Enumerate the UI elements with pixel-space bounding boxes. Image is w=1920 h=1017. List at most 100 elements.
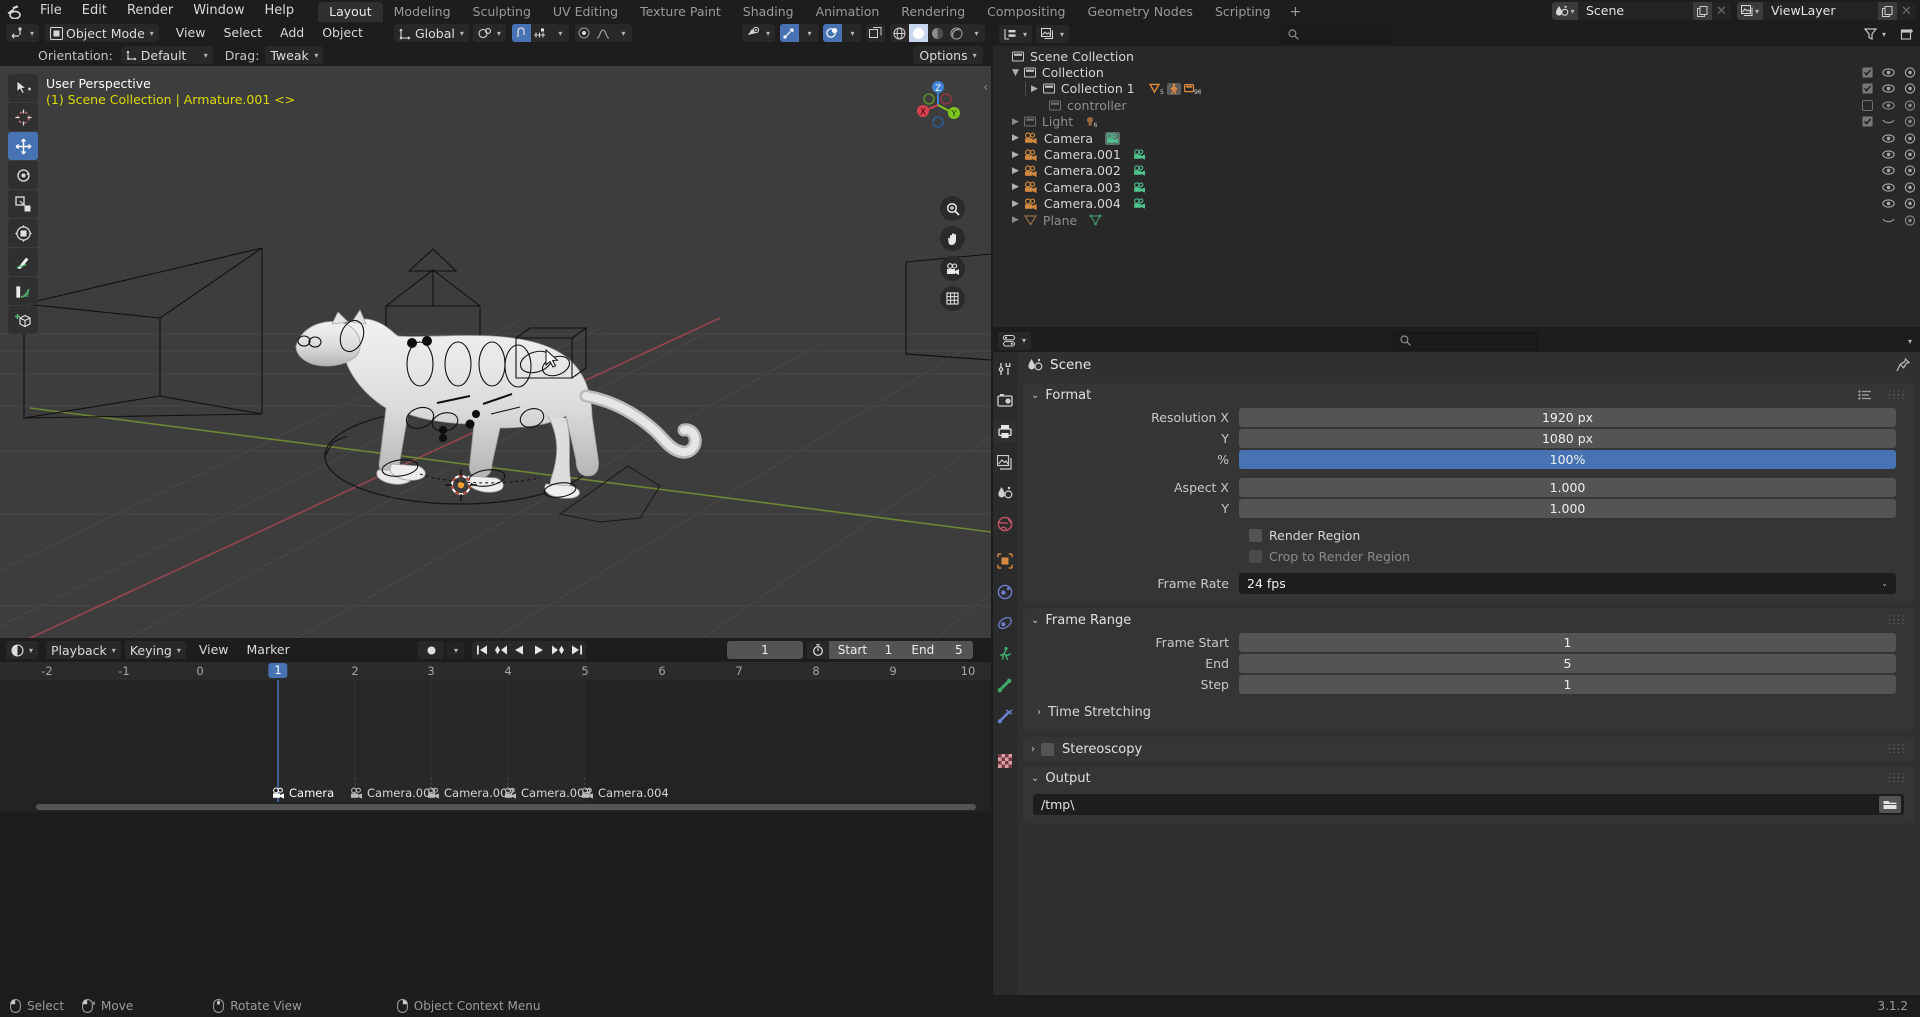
panel-expand-icon[interactable]: › xyxy=(1031,744,1035,755)
transform-orientation-selector[interactable]: Global ▾ xyxy=(394,24,469,42)
output-panel-header[interactable]: ⌄ Output :::::::: xyxy=(1023,766,1914,790)
workspace-tab-layout[interactable]: Layout xyxy=(318,2,383,22)
outliner-row-light[interactable]: ▶ Light 6 xyxy=(993,114,1920,130)
eye-icon[interactable] xyxy=(1882,67,1895,78)
menu-window[interactable]: Window xyxy=(183,0,254,22)
object-data-armature-tab-icon[interactable] xyxy=(994,643,1016,665)
resolution-percent-field[interactable]: 100% xyxy=(1239,450,1896,469)
stereoscopy-panel-drag-handle[interactable]: :::::::: xyxy=(1888,745,1906,753)
frame-start-field[interactable]: Start 1 xyxy=(829,641,901,659)
viewport-menu-add[interactable]: Add xyxy=(271,22,313,44)
snap-toggle[interactable] xyxy=(512,24,531,42)
timeline-body[interactable]: Camera Camera.001 Camera.002 Camera.003 … xyxy=(0,680,991,802)
eye-icon[interactable] xyxy=(1882,133,1895,144)
camera-render-icon[interactable] xyxy=(1904,182,1916,193)
render-region-row[interactable]: Render Region xyxy=(1023,525,1914,546)
camera-render-icon[interactable] xyxy=(1904,149,1916,160)
navigation-gizmo[interactable]: Z Y X xyxy=(909,76,967,134)
unlink-scene-button[interactable]: ✕ xyxy=(1712,2,1731,20)
outliner-row-collection-1[interactable]: ▶ Collection 1 50 96 xyxy=(993,81,1920,97)
jump-to-next-keyframe-button[interactable] xyxy=(548,641,567,659)
scene-icon[interactable]: ▾ xyxy=(1552,2,1578,20)
camera-data-badge-icon[interactable] xyxy=(1133,182,1146,193)
workspace-tab-sculpting[interactable]: Sculpting xyxy=(462,2,542,22)
viewlayer-name-field[interactable]: ViewLayer xyxy=(1763,2,1878,20)
show-overlays-toggle[interactable] xyxy=(823,24,842,42)
outliner-row-camera-003[interactable]: ▶ Camera.003 xyxy=(993,179,1920,195)
outliner-row-controller[interactable]: controller xyxy=(993,97,1920,113)
panel-expand-icon[interactable]: ⌄ xyxy=(1031,390,1039,401)
pivot-point-selector[interactable]: ▾ xyxy=(473,24,506,42)
timeline-marker[interactable]: Camera.003 xyxy=(504,786,592,800)
rendered-shading-button[interactable] xyxy=(947,24,966,42)
frame-range-panel-header[interactable]: ⌄ Frame Range :::::::: xyxy=(1023,608,1914,632)
auto-keying-dropdown[interactable]: ▾ xyxy=(446,641,464,659)
output-tab-icon[interactable] xyxy=(994,420,1016,442)
eye-icon[interactable] xyxy=(1882,198,1895,209)
outliner-editor[interactable]: ▾ ▾ ▾ Scene Collectio xyxy=(993,22,1920,327)
tool-annotate[interactable] xyxy=(8,248,38,276)
overlays-dropdown[interactable]: ▾ xyxy=(842,24,861,42)
stereoscopy-checkbox[interactable] xyxy=(1041,743,1054,756)
time-stretching-subpanel[interactable]: › Time Stretching xyxy=(1023,700,1914,724)
expand-triangle-icon[interactable]: ▶ xyxy=(1012,166,1019,176)
checkbox-enable[interactable] xyxy=(1862,67,1873,78)
timeline-ruler[interactable]: -2 -1 0 1 2 3 4 5 6 7 8 9 10 xyxy=(0,662,991,680)
timeline-menu-keying[interactable]: Keying▾ xyxy=(125,641,186,659)
frame-step-field[interactable]: 1 xyxy=(1239,675,1896,694)
output-path-field[interactable]: /tmp\ xyxy=(1033,794,1904,815)
workspace-tab-geometry-nodes[interactable]: Geometry Nodes xyxy=(1077,2,1204,22)
viewlayer-icon[interactable]: ▾ xyxy=(1737,2,1763,20)
camera-data-badge-icon[interactable] xyxy=(1133,149,1146,160)
frame-start-field[interactable]: 1 xyxy=(1239,633,1896,652)
drag-selector[interactable]: Tweak ▾ xyxy=(265,46,323,64)
visibility-selector[interactable]: ▾ xyxy=(742,24,775,42)
expand-triangle-icon[interactable]: ▶ xyxy=(1012,150,1019,160)
outliner-editor-type-selector[interactable]: ▾ xyxy=(999,25,1032,43)
expand-triangle-icon[interactable]: ▶ xyxy=(1012,215,1019,225)
camera-data-badge-icon[interactable] xyxy=(1133,198,1146,209)
timeline-menu-view[interactable]: View xyxy=(190,639,238,661)
pin-icon[interactable] xyxy=(1896,358,1910,372)
outliner-new-collection-button[interactable] xyxy=(1900,28,1914,41)
shading-dropdown[interactable]: ▾ xyxy=(966,24,985,42)
eye-closed-icon[interactable] xyxy=(1882,215,1895,226)
proportional-falloff-dropdown[interactable]: ▾ xyxy=(613,24,632,42)
scene-tab-icon[interactable] xyxy=(994,482,1016,504)
outliner-filter-button[interactable]: ▾ xyxy=(1864,28,1886,40)
render-tab-icon[interactable] xyxy=(994,389,1016,411)
expand-triangle-icon[interactable]: ▶ xyxy=(1012,199,1019,209)
object-tab-icon[interactable] xyxy=(994,550,1016,572)
jump-to-prev-keyframe-button[interactable] xyxy=(491,641,510,659)
snap-to-selector[interactable] xyxy=(531,24,550,42)
eye-icon[interactable] xyxy=(1882,100,1895,111)
new-viewlayer-button[interactable] xyxy=(1878,2,1897,20)
orientation-selector[interactable]: Default ▾ xyxy=(121,46,213,64)
timeline-marker[interactable]: Camera xyxy=(272,786,334,800)
workspace-tab-rendering[interactable]: Rendering xyxy=(890,2,976,22)
timeline-marker[interactable]: Camera.001 xyxy=(350,786,438,800)
tool-add-cube[interactable] xyxy=(8,306,38,334)
camera-data-badge-icon[interactable] xyxy=(1105,132,1120,145)
tool-tab-icon[interactable] xyxy=(994,358,1016,380)
scene-selector[interactable]: ▾ Scene ✕ xyxy=(1552,2,1731,20)
physics-tab-icon[interactable] xyxy=(994,581,1016,603)
folder-browse-icon[interactable] xyxy=(1879,796,1901,813)
frame-end-field[interactable]: 5 xyxy=(1239,654,1896,673)
camera-render-icon[interactable] xyxy=(1904,215,1916,226)
current-frame-indicator[interactable]: 1 xyxy=(268,663,287,678)
armature-badge-icon[interactable] xyxy=(1167,83,1181,95)
show-gizmo-toggle[interactable] xyxy=(780,24,799,42)
menu-render[interactable]: Render xyxy=(117,0,183,22)
properties-editor-type-selector[interactable]: ▾ xyxy=(998,332,1031,350)
use-preview-range-icon[interactable] xyxy=(807,641,829,659)
add-workspace-button[interactable]: + xyxy=(1282,2,1310,22)
world-tab-icon[interactable] xyxy=(994,513,1016,535)
expand-triangle-icon[interactable]: ▶ xyxy=(1012,117,1019,127)
play-reverse-button[interactable] xyxy=(510,641,529,659)
tool-cursor[interactable] xyxy=(8,103,38,131)
format-panel-drag-handle[interactable]: :::::::: xyxy=(1888,391,1906,399)
outliner-row-scene-collection[interactable]: Scene Collection xyxy=(993,48,1920,64)
collection-badge-icon[interactable]: 96 xyxy=(1184,83,1201,95)
proportional-edit-toggle[interactable] xyxy=(575,24,594,42)
